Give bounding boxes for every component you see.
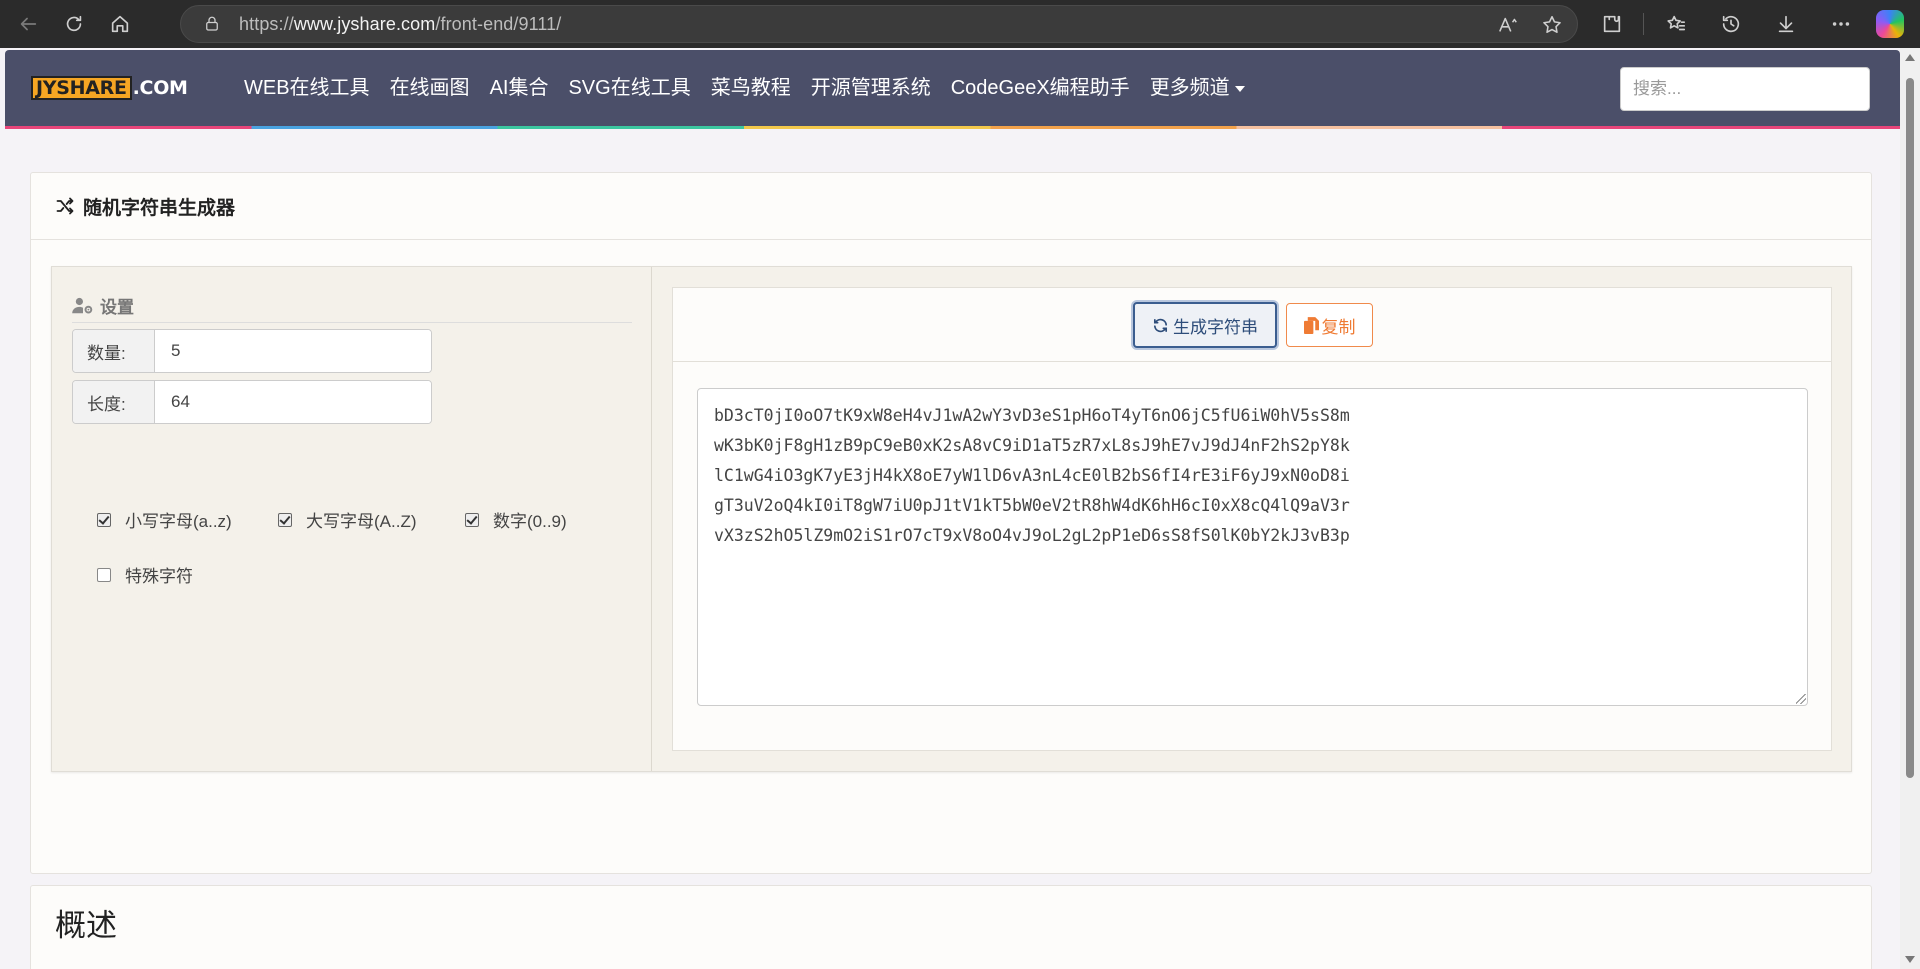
- nav-svg-tools[interactable]: SVG在线工具: [568, 74, 690, 102]
- length-label: 长度:: [73, 381, 155, 423]
- refresh-icon[interactable]: [54, 4, 94, 44]
- lowercase-label: 小写字母(a..z): [125, 512, 232, 531]
- special-chars-option[interactable]: 特殊字符: [97, 562, 193, 587]
- download-icon[interactable]: [1758, 4, 1813, 44]
- digits-label: 数字(0..9): [493, 512, 567, 531]
- copy-label: 复制: [1321, 317, 1356, 337]
- lock-icon[interactable]: [203, 15, 221, 33]
- page-scrollbar[interactable]: [1900, 48, 1920, 969]
- length-input[interactable]: [155, 381, 431, 423]
- generate-button[interactable]: 生成字符串: [1133, 302, 1277, 348]
- tool-card-header: 随机字符串生成器: [31, 173, 1871, 240]
- generate-label: 生成字符串: [1173, 317, 1258, 337]
- count-label: 数量:: [73, 330, 155, 372]
- count-input[interactable]: [155, 330, 431, 372]
- settings-heading: 设置: [72, 289, 632, 323]
- back-icon[interactable]: [8, 4, 48, 44]
- copy-icon: [1303, 316, 1319, 334]
- nav-ai-collection[interactable]: AI集合: [490, 74, 549, 102]
- main-nav: WEB在线工具 在线画图 AI集合 SVG在线工具 菜鸟教程 开源管理系统 Co…: [244, 74, 1265, 102]
- special-chars-label: 特殊字符: [125, 567, 193, 586]
- tool-panel: 设置 数量: 长度: 小写字母(a..z) 大写字母(A..Z): [51, 266, 1852, 772]
- extensions-icon[interactable]: [1584, 4, 1639, 44]
- count-field: 数量:: [72, 329, 432, 373]
- shuffle-icon: [56, 197, 74, 215]
- settings-title: 设置: [100, 298, 134, 317]
- length-field: 长度:: [72, 380, 432, 424]
- overview-card: 概述: [30, 885, 1872, 969]
- tool-card: 随机字符串生成器 设置 数量: 长度: 小写字母(a..z): [30, 172, 1872, 874]
- lowercase-option[interactable]: 小写字母(a..z): [97, 507, 232, 532]
- nav-web-tools[interactable]: WEB在线工具: [244, 74, 370, 102]
- page-content: JYSHARE .COM WEB在线工具 在线画图 AI集合 SVG在线工具 菜鸟…: [0, 48, 1900, 969]
- digits-option[interactable]: 数字(0..9): [465, 507, 567, 532]
- read-aloud-icon[interactable]: [1497, 14, 1519, 41]
- resize-handle-icon[interactable]: [1796, 694, 1806, 704]
- favorites-icon[interactable]: [1648, 4, 1703, 44]
- copy-button[interactable]: 复制: [1286, 303, 1373, 347]
- caret-down-icon: [1234, 85, 1245, 92]
- nav-more-label: 更多频道: [1149, 77, 1230, 99]
- settings-panel: 设置 数量: 长度: 小写字母(a..z) 大写字母(A..Z): [52, 267, 652, 771]
- nav-online-drawing[interactable]: 在线画图: [390, 74, 470, 102]
- scroll-down-icon[interactable]: [1905, 956, 1915, 963]
- more-options-icon[interactable]: [1813, 4, 1868, 44]
- uppercase-checkbox[interactable]: [278, 512, 292, 527]
- header-color-stripe: [5, 126, 1900, 129]
- output-textarea[interactable]: bD3cT0jI0oO7tK9xW8eH4vJ1wA2wY3vD3eS1pH6o…: [697, 388, 1808, 706]
- uppercase-label: 大写字母(A..Z): [306, 512, 417, 531]
- special-chars-checkbox[interactable]: [97, 567, 111, 582]
- browser-toolbar: https://www.jyshare.com/front-end/9111/: [0, 0, 1920, 48]
- user-gear-icon: [72, 297, 93, 313]
- digits-checkbox[interactable]: [465, 512, 479, 527]
- nav-codegeex[interactable]: CodeGeeX编程助手: [951, 74, 1130, 102]
- favorite-star-icon[interactable]: [1541, 14, 1563, 41]
- tool-title: 随机字符串生成器: [83, 197, 236, 219]
- scroll-thumb[interactable]: [1906, 78, 1914, 778]
- lowercase-checkbox[interactable]: [97, 512, 111, 527]
- nav-open-source-admin[interactable]: 开源管理系统: [811, 74, 931, 102]
- nav-more-channels[interactable]: 更多频道: [1150, 74, 1245, 102]
- toolbar-divider: [1643, 13, 1644, 35]
- home-icon[interactable]: [100, 4, 140, 44]
- search-input[interactable]: [1620, 67, 1870, 111]
- overview-title: 概述: [55, 908, 117, 943]
- output-panel: 生成字符串 复制 bD3cT0jI0oO7tK9xW8eH4vJ1wA2wY3v…: [672, 287, 1832, 751]
- refresh-icon: [1153, 318, 1168, 332]
- site-logo[interactable]: JYSHARE .COM: [31, 76, 188, 100]
- copilot-icon[interactable]: [1876, 10, 1904, 38]
- site-header: JYSHARE .COM WEB在线工具 在线画图 AI集合 SVG在线工具 菜鸟…: [5, 50, 1900, 128]
- uppercase-option[interactable]: 大写字母(A..Z): [278, 507, 417, 532]
- nav-runoob-tutorial[interactable]: 菜鸟教程: [711, 74, 791, 102]
- history-icon[interactable]: [1703, 4, 1758, 44]
- action-bar: 生成字符串 复制: [673, 288, 1831, 362]
- url-text[interactable]: https://www.jyshare.com/front-end/9111/: [239, 14, 561, 35]
- scroll-up-icon[interactable]: [1905, 54, 1915, 61]
- address-bar[interactable]: https://www.jyshare.com/front-end/9111/: [180, 5, 1578, 43]
